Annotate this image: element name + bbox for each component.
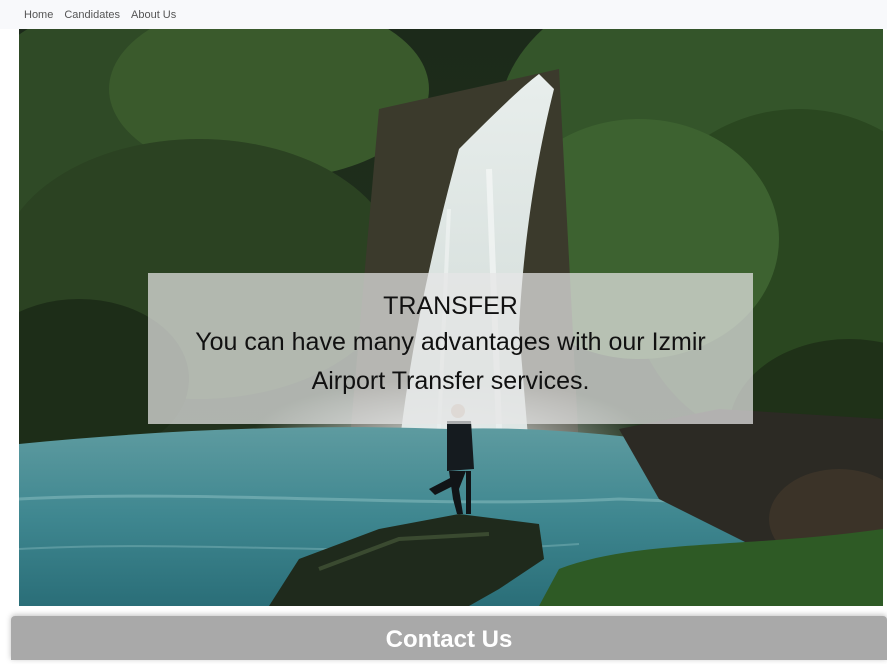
nav-about-link[interactable]: About Us xyxy=(131,5,176,25)
nav-home-link[interactable]: Home xyxy=(24,5,53,25)
hero-caption: TRANSFER You can have many advantages wi… xyxy=(148,273,753,424)
hero-banner: TRANSFER You can have many advantages wi… xyxy=(19,29,883,606)
top-navbar: Home Candidates About Us xyxy=(0,0,887,29)
contact-us-button[interactable]: Contact Us xyxy=(11,616,887,660)
caption-text: You can have many advantages with our Iz… xyxy=(195,328,706,395)
caption-title: TRANSFER xyxy=(383,292,518,320)
nav-candidates-link[interactable]: Candidates xyxy=(64,5,120,25)
